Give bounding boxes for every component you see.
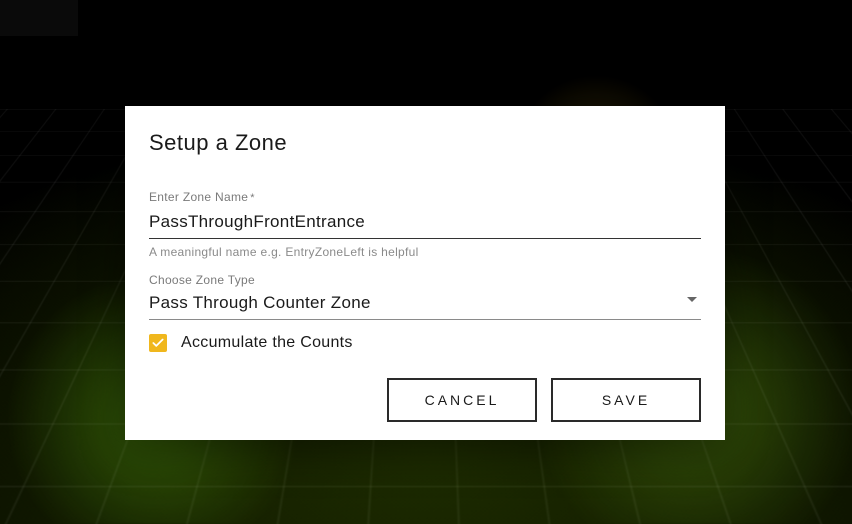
zone-type-select[interactable]: Pass Through Counter Zone <box>149 291 701 320</box>
zone-type-value: Pass Through Counter Zone <box>149 291 701 319</box>
zone-name-field: Enter Zone Name A meaningful name e.g. E… <box>149 190 701 259</box>
check-icon <box>151 336 165 350</box>
dialog-actions: CANCEL SAVE <box>149 378 701 422</box>
cancel-button[interactable]: CANCEL <box>387 378 537 422</box>
accumulate-row: Accumulate the Counts <box>149 334 701 352</box>
save-button[interactable]: SAVE <box>551 378 701 422</box>
accumulate-label: Accumulate the Counts <box>181 334 353 352</box>
zone-name-helper: A meaningful name e.g. EntryZoneLeft is … <box>149 245 701 259</box>
toolbar-slot <box>0 0 78 36</box>
chevron-down-icon <box>687 297 697 302</box>
zone-name-input[interactable] <box>149 208 701 239</box>
setup-zone-dialog: Setup a Zone Enter Zone Name A meaningfu… <box>125 106 725 440</box>
accumulate-checkbox[interactable] <box>149 334 167 352</box>
dialog-title: Setup a Zone <box>149 130 701 156</box>
zone-name-label: Enter Zone Name <box>149 190 701 204</box>
zone-type-label: Choose Zone Type <box>149 273 701 287</box>
zone-type-field: Choose Zone Type Pass Through Counter Zo… <box>149 273 701 320</box>
